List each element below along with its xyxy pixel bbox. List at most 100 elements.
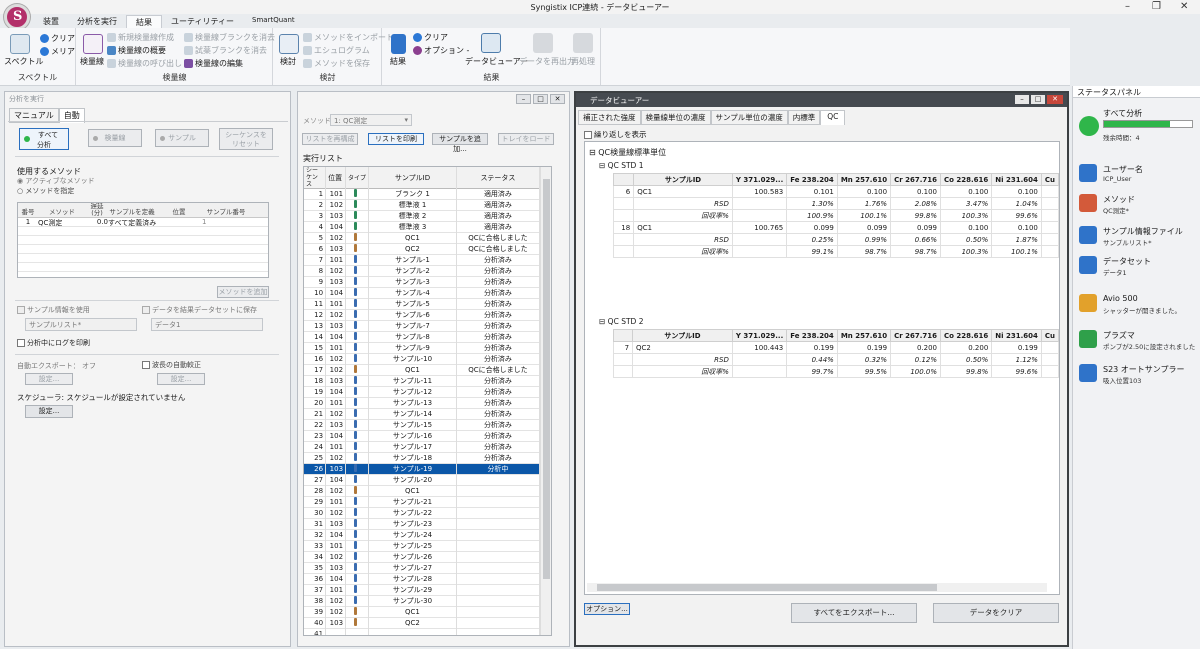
import-method-button[interactable]: メソッドをインポート [303, 32, 394, 43]
run-list-row[interactable]: 17 102 QC1 QCに合格しました [304, 364, 541, 376]
run-list-row[interactable]: 1 101 ブランク 1 適用済み [304, 188, 541, 200]
run-list-row[interactable]: 31 103 サンプル-23 [304, 518, 541, 530]
minimize-icon[interactable]: – [1015, 95, 1029, 104]
run-list-row[interactable]: 10 104 サンプル-4 分析済み [304, 287, 541, 299]
qc-grid[interactable]: ⊟ QC検量線標準単位 ⊟ QC STD 1 サンプルID Y 371.029..… [584, 141, 1060, 595]
run-list-row[interactable]: 3 103 標準液 2 適用済み [304, 210, 541, 222]
restore-icon[interactable]: ❐ [1152, 1, 1161, 12]
qc-column-header[interactable]: Cr 267.716 [890, 173, 942, 186]
emulogram-button[interactable]: エシュログラム [303, 45, 370, 56]
qc-column-header[interactable]: Fe 238.204 [786, 329, 838, 342]
run-list-row[interactable]: 29 101 サンプル-21 [304, 496, 541, 508]
calibration-button[interactable]: 検量線 [80, 56, 104, 67]
run-list-row[interactable]: 22 103 サンプル-15 分析済み [304, 419, 541, 431]
run-sample-button[interactable]: サンプル [155, 129, 209, 147]
qc-value-row[interactable]: 6 QC1 100.583 0.101 0.100 0.100 0.100 0.100 [612, 185, 1059, 198]
reset-sequence-button[interactable]: シーケンスを リセット [219, 128, 273, 150]
qc-column-header[interactable]: Ni 231.604 [991, 329, 1042, 342]
sample-info-field[interactable]: サンプルリスト* [25, 318, 137, 331]
radio-specify-method[interactable]: ○ メソッドを指定 [17, 186, 74, 196]
tab-instrument[interactable]: 装置 [34, 15, 68, 28]
clear-reagent-blank-button[interactable]: 試薬ブランクを消去 [184, 45, 267, 56]
run-list-row[interactable]: 39 102 QC1 [304, 606, 541, 618]
run-list-row[interactable]: 15 101 サンプル-9 分析済み [304, 342, 541, 354]
options-dropdown-button[interactable]: オプション - [413, 45, 469, 56]
export-settings-button[interactable]: 設定... [25, 373, 73, 385]
auto-wavelength-checkbox[interactable]: 波長の自動較正 [142, 360, 201, 370]
run-list-row[interactable]: 35 103 サンプル-27 [304, 562, 541, 574]
export-all-button[interactable]: すべてをエクスポート... [791, 603, 917, 623]
run-list-row[interactable]: 41 [304, 628, 541, 635]
dataset-field[interactable]: データ1 [151, 318, 263, 331]
dv-options-button[interactable]: オプション... [584, 603, 630, 615]
qc-column-header[interactable]: Co 228.616 [940, 173, 993, 186]
run-list-row[interactable]: 16 102 サンプル-10 分析済み [304, 353, 541, 365]
radio-active-method[interactable]: ◉ アクティブなメソッド [17, 176, 95, 186]
run-list-row[interactable]: 33 101 サンプル-25 [304, 540, 541, 552]
minimize-icon[interactable]: – [516, 94, 531, 104]
print-log-checkbox[interactable]: 分析中にログを印刷 [17, 338, 90, 348]
tab-results[interactable]: 結果 [126, 15, 162, 28]
tab-sample-conc[interactable]: サンプル単位の濃度 [710, 110, 788, 125]
reprocess-button[interactable]: 再処理 [571, 56, 595, 67]
run-list-row[interactable]: 37 101 サンプル-29 [304, 584, 541, 596]
clear-calib-blank-button[interactable]: 検量線ブランクを消去 [184, 32, 275, 43]
qc-table[interactable]: サンプルID Y 371.029... Fe 238.204 Mn 257.610 Cr… [612, 329, 1059, 378]
close-icon[interactable]: ✕ [550, 94, 565, 104]
save-method-button[interactable]: メソッドを保存 [303, 58, 370, 69]
edit-calibration-button[interactable]: 検量線の編集 [184, 58, 243, 69]
run-list-row[interactable]: 4 104 標準液 3 適用済み [304, 221, 541, 233]
scheduler-settings-button[interactable]: 設定... [25, 405, 73, 418]
run-list-row[interactable]: 25 102 サンプル-18 分析済み [304, 452, 541, 464]
qc-column-header[interactable]: Fe 238.204 [786, 173, 838, 186]
qc-column-header[interactable]: Cu [1040, 173, 1059, 186]
tab-corrected-intensity[interactable]: 補正された強度 [578, 110, 641, 125]
run-list-row[interactable]: 26 103 サンプル-19 分析中 [304, 463, 541, 475]
qc-column-header[interactable]: Y 371.029... [731, 329, 788, 342]
clear-data-button[interactable]: データをクリア [933, 603, 1059, 623]
qc-column-header[interactable]: Ni 231.604 [991, 173, 1042, 186]
close-icon[interactable]: ✕ [1047, 95, 1063, 104]
run-all-button[interactable]: すべて 分析 [19, 128, 69, 150]
run-list-row[interactable]: 27 104 サンプル-20 [304, 474, 541, 486]
run-list-row[interactable]: 11 101 サンプル-5 分析済み [304, 298, 541, 310]
clear-results-button[interactable]: クリア [413, 32, 448, 43]
tab-run-analysis[interactable]: 分析を実行 [68, 15, 126, 28]
run-list-row[interactable]: 20 101 サンプル-13 分析済み [304, 397, 541, 409]
reprint-button[interactable]: データを再出力 [519, 56, 575, 67]
qc-value-row[interactable]: 7 QC2 100.443 0.199 0.199 0.200 0.200 0.199 [612, 341, 1059, 354]
add-method-button[interactable]: メソッドを追加 [217, 286, 269, 298]
tab-internal-std[interactable]: 内標準 [787, 110, 821, 125]
qc-tree-root[interactable]: ⊟ QC検量線標準単位 [589, 147, 666, 158]
spectrum-button[interactable]: スペクトル [4, 56, 43, 67]
calibration-summary-button[interactable]: 検量線の概要 [107, 45, 166, 56]
run-list-row[interactable]: 14 104 サンプル-8 分析済み [304, 331, 541, 343]
add-sample-button[interactable]: サンプルを追加... [432, 133, 488, 153]
run-list-row[interactable]: 12 102 サンプル-6 分析済み [304, 309, 541, 321]
horizontal-scrollbar[interactable] [587, 583, 1047, 592]
method-table[interactable]: 番号 メソッド 遅延 (分) サンプルを定義 位置 サンプル番号 1 QC測定 … [17, 202, 269, 278]
clear-spectrum-button[interactable]: クリア [40, 33, 75, 44]
qc-column-header[interactable]: サンプルID [633, 173, 733, 186]
run-list-row[interactable]: 40 103 QC2 [304, 617, 541, 629]
run-list-row[interactable]: 18 103 サンプル-11 分析済み [304, 375, 541, 387]
qc-value-row[interactable]: 18 QC1 100.765 0.099 0.099 0.099 0.100 0.100 [612, 221, 1059, 234]
run-list-table[interactable]: シーケンス 位置 タイプ サンプルID ステータス 1 101 ブランク 1 適用済み… [303, 166, 552, 636]
run-list-row[interactable]: 7 101 サンプル-1 分析済み [304, 254, 541, 266]
qc-column-header[interactable]: Mn 257.610 [836, 173, 892, 186]
run-list-row[interactable]: 5 102 QC1 QCに合格しました [304, 232, 541, 244]
method-select[interactable]: 1: QC測定 ▾ [330, 114, 412, 126]
qc-column-header[interactable]: Y 371.029... [731, 173, 788, 186]
qc-column-header[interactable]: Cu [1040, 329, 1059, 342]
run-list-row[interactable]: 8 102 サンプル-2 分析済み [304, 265, 541, 277]
qc-column-header[interactable]: サンプルID [632, 329, 733, 342]
tab-qc[interactable]: QC [820, 110, 846, 125]
maximize-icon[interactable]: □ [533, 94, 548, 104]
qc-column-header[interactable]: Co 228.616 [940, 329, 993, 342]
load-tray-button[interactable]: トレイをロード [498, 133, 554, 145]
run-list-row[interactable]: 9 103 サンプル-3 分析済み [304, 276, 541, 288]
app-logo[interactable] [4, 4, 30, 30]
run-list-row[interactable]: 23 104 サンプル-16 分析済み [304, 430, 541, 442]
print-list-button[interactable]: リストを印刷 [368, 133, 424, 145]
use-sample-info-checkbox[interactable]: サンプル情報を使用 [17, 305, 90, 315]
